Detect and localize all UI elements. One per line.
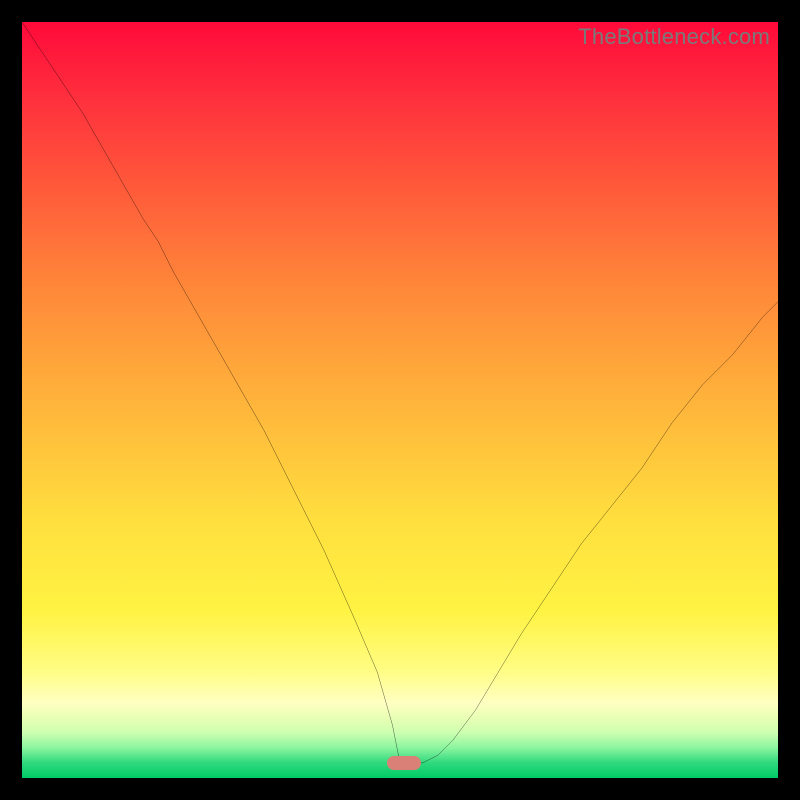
chart-stage: TheBottleneck.com bbox=[0, 0, 800, 800]
curve-path bbox=[22, 22, 778, 763]
optimal-marker bbox=[387, 756, 421, 770]
plot-area: TheBottleneck.com bbox=[22, 22, 778, 778]
bottleneck-curve bbox=[22, 22, 778, 778]
